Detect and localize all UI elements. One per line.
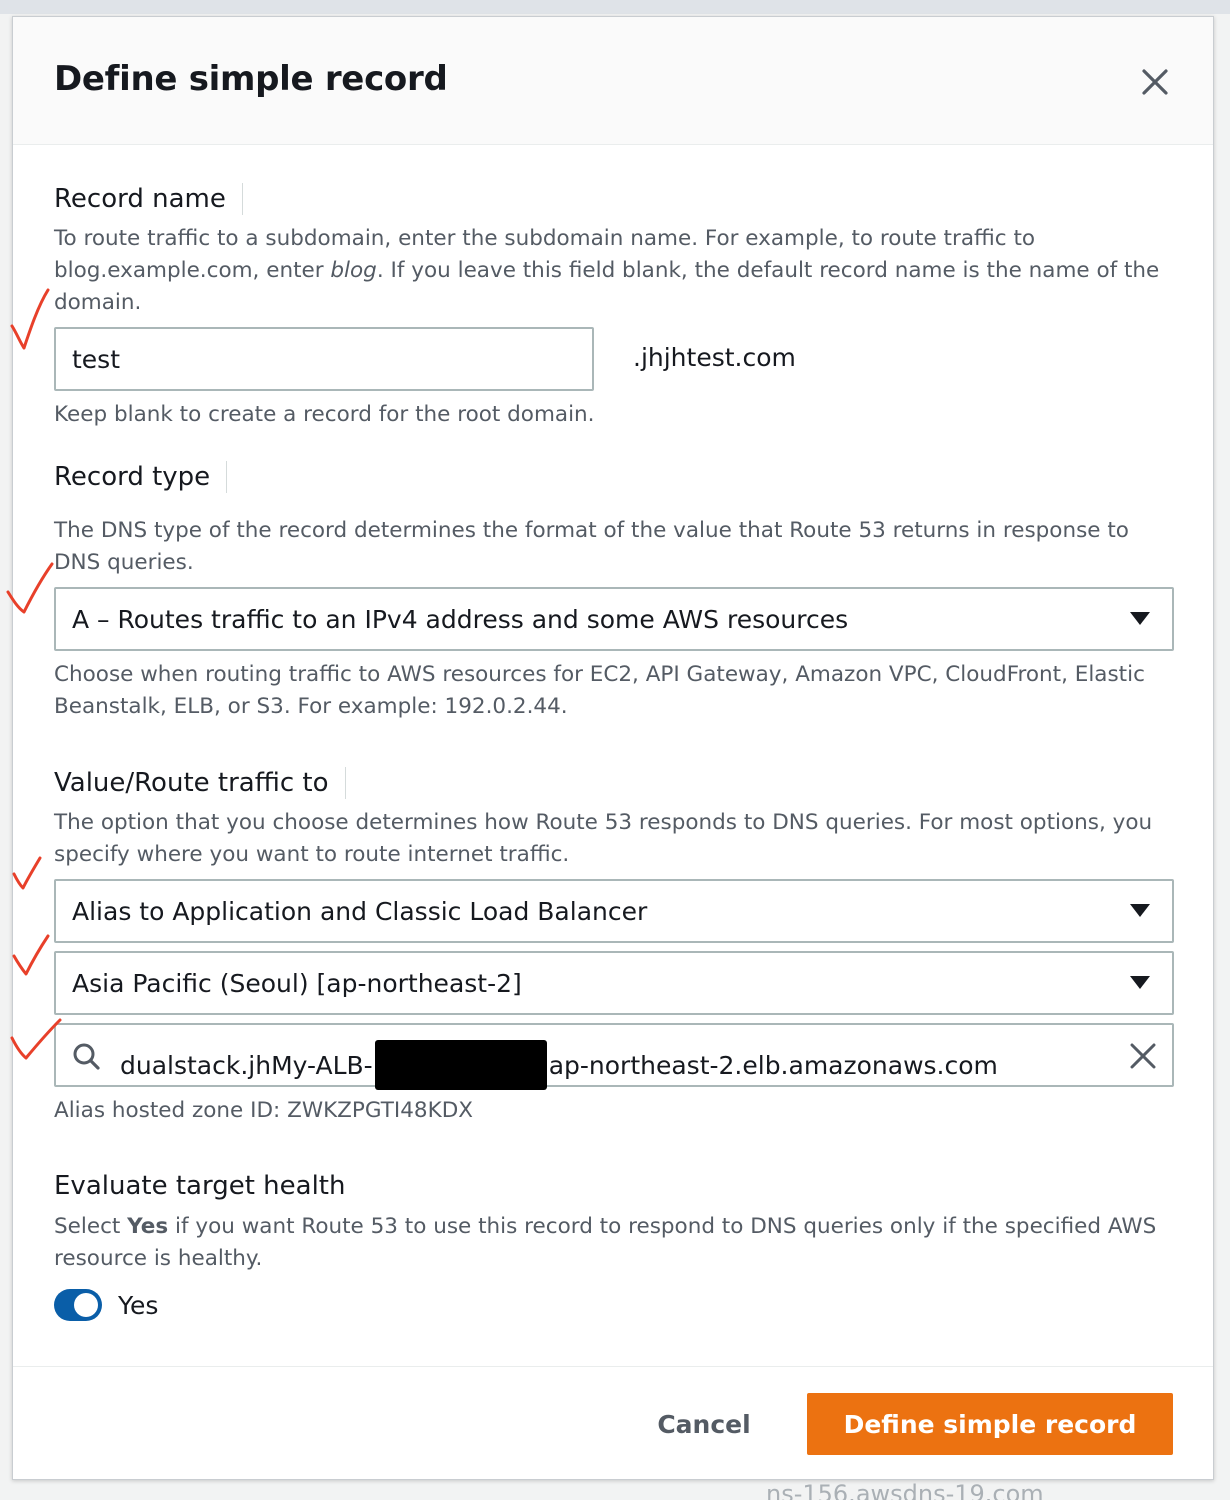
endpoint-selected: Alias to Application and Classic Load Ba… bbox=[72, 896, 648, 926]
footer-divider bbox=[13, 1366, 1213, 1367]
record-name-label-text: Record name bbox=[54, 184, 226, 214]
record-name-label: Record name bbox=[54, 183, 243, 215]
record-type-label: Record type bbox=[54, 461, 228, 493]
load-balancer-value-prefix: dualstack.jhMy-ALB- bbox=[120, 1050, 373, 1080]
load-balancer-search-input[interactable]: dualstack.jhMy-ALB- ap-northeast-2.elb.a… bbox=[54, 1023, 1174, 1090]
evaluate-health-description-end: if you want Route 53 to use this record … bbox=[54, 1214, 1157, 1271]
domain-suffix: .jhjhtest.com bbox=[633, 343, 796, 372]
record-type-label-text: Record type bbox=[54, 462, 211, 492]
checkmark-annotation bbox=[12, 856, 42, 890]
record-name-description-example: blog bbox=[330, 258, 377, 283]
toggle-label: Yes bbox=[118, 1290, 159, 1320]
region-select[interactable]: Asia Pacific (Seoul) [ap-northeast-2] bbox=[54, 951, 1174, 1015]
evaluate-health-description: Select Yes if you want Route 53 to use t… bbox=[54, 1211, 1174, 1275]
record-type-selected: A – Routes traffic to an IPv4 address an… bbox=[72, 604, 849, 634]
evaluate-health-toggle-row: Yes bbox=[54, 1289, 158, 1321]
record-name-description: To route traffic to a subdomain, enter t… bbox=[54, 223, 1174, 319]
checkmark-annotation bbox=[10, 288, 50, 350]
evaluate-health-description-start: Select bbox=[54, 1214, 128, 1239]
define-record-dialog: Define simple record Record name To rout… bbox=[12, 16, 1214, 1480]
redaction-block bbox=[374, 1040, 547, 1090]
clear-icon[interactable] bbox=[1128, 1041, 1158, 1071]
dialog-title: Define simple record bbox=[54, 59, 448, 99]
checkmark-annotation bbox=[12, 934, 50, 976]
info-divider bbox=[226, 461, 228, 493]
evaluate-health-label: Evaluate target health bbox=[54, 1171, 345, 1201]
caret-down-icon bbox=[1130, 612, 1150, 625]
toggle-knob bbox=[74, 1293, 98, 1317]
info-divider bbox=[344, 767, 346, 799]
route-traffic-label: Value/Route traffic to bbox=[54, 767, 346, 799]
record-name-input[interactable]: test bbox=[54, 327, 594, 391]
record-type-description: The DNS type of the record determines th… bbox=[54, 518, 1129, 575]
background-text: ns-156.awsdns-19.com bbox=[766, 1480, 1044, 1500]
record-type-select[interactable]: A – Routes traffic to an IPv4 address an… bbox=[54, 587, 1174, 651]
region-selected: Asia Pacific (Seoul) [ap-northeast-2] bbox=[72, 968, 522, 998]
define-simple-record-button[interactable]: Define simple record bbox=[807, 1393, 1173, 1455]
caret-down-icon bbox=[1130, 904, 1150, 917]
info-divider bbox=[241, 183, 243, 215]
caret-down-icon bbox=[1130, 976, 1150, 989]
checkmark-annotation bbox=[6, 562, 54, 614]
evaluate-health-label-text: Evaluate target health bbox=[54, 1171, 346, 1201]
hosted-zone-id: Alias hosted zone ID: ZWKZPGTI48KDX bbox=[54, 1098, 473, 1123]
search-icon bbox=[73, 1043, 100, 1070]
close-button[interactable] bbox=[1137, 64, 1173, 100]
close-icon bbox=[1142, 69, 1168, 95]
route-traffic-description: The option that you choose determines ho… bbox=[54, 810, 1153, 867]
endpoint-select[interactable]: Alias to Application and Classic Load Ba… bbox=[54, 879, 1174, 943]
record-name-input-value: test bbox=[72, 344, 121, 374]
checkmark-annotation bbox=[10, 1018, 62, 1060]
load-balancer-value: dualstack.jhMy-ALB- ap-northeast-2.elb.a… bbox=[120, 1040, 998, 1090]
load-balancer-value-suffix: ap-northeast-2.elb.amazonaws.com bbox=[548, 1050, 998, 1080]
evaluate-health-toggle[interactable] bbox=[54, 1289, 102, 1321]
top-strip bbox=[0, 0, 1230, 14]
record-name-hint: Keep blank to create a record for the ro… bbox=[54, 402, 595, 427]
record-type-hint: Choose when routing traffic to AWS resou… bbox=[54, 662, 1145, 719]
cancel-button[interactable]: Cancel bbox=[639, 1393, 769, 1455]
dialog-header: Define simple record bbox=[13, 17, 1213, 145]
evaluate-health-description-bold: Yes bbox=[127, 1214, 169, 1239]
route-traffic-label-text: Value/Route traffic to bbox=[54, 768, 329, 798]
